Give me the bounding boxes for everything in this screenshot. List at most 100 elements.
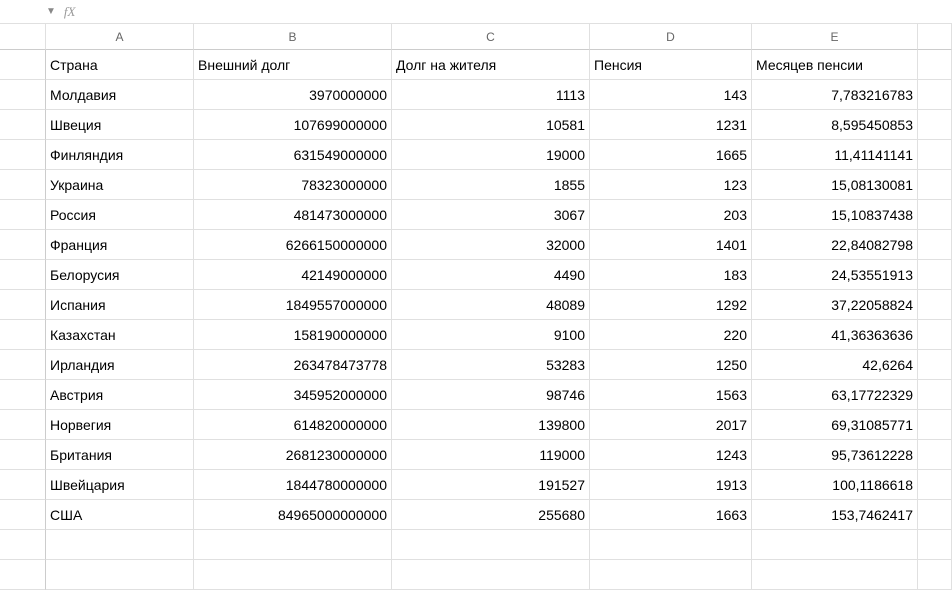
cell[interactable]: [918, 260, 952, 290]
cell[interactable]: 2017: [590, 410, 752, 440]
cell[interactable]: Молдавия: [46, 80, 194, 110]
cell[interactable]: 1250: [590, 350, 752, 380]
cell[interactable]: [918, 230, 952, 260]
cell[interactable]: 614820000000: [194, 410, 392, 440]
cell[interactable]: Испания: [46, 290, 194, 320]
cell[interactable]: [918, 500, 952, 530]
cell[interactable]: Месяцев пенсии: [752, 50, 918, 80]
cell[interactable]: Долг на жителя: [392, 50, 590, 80]
cell[interactable]: 345952000000: [194, 380, 392, 410]
cell[interactable]: [590, 560, 752, 590]
cell[interactable]: 1113: [392, 80, 590, 110]
cell[interactable]: [918, 80, 952, 110]
cell[interactable]: 9100: [392, 320, 590, 350]
cell[interactable]: 24,53551913: [752, 260, 918, 290]
cell[interactable]: [918, 380, 952, 410]
cell[interactable]: Украина: [46, 170, 194, 200]
cell[interactable]: 15,10837438: [752, 200, 918, 230]
cell[interactable]: 3067: [392, 200, 590, 230]
cell[interactable]: 1401: [590, 230, 752, 260]
cell[interactable]: 2681230000000: [194, 440, 392, 470]
cell[interactable]: 48089: [392, 290, 590, 320]
cell[interactable]: [194, 560, 392, 590]
cell[interactable]: 1849557000000: [194, 290, 392, 320]
row-header[interactable]: [0, 140, 46, 170]
cell[interactable]: [918, 140, 952, 170]
cell[interactable]: [918, 350, 952, 380]
col-header-B[interactable]: B: [194, 24, 392, 50]
cell[interactable]: Белорусия: [46, 260, 194, 290]
cell[interactable]: 203: [590, 200, 752, 230]
cell[interactable]: 15,08130081: [752, 170, 918, 200]
cell[interactable]: 4490: [392, 260, 590, 290]
cell[interactable]: 22,84082798: [752, 230, 918, 260]
cell[interactable]: 143: [590, 80, 752, 110]
cell[interactable]: [46, 560, 194, 590]
cell[interactable]: 32000: [392, 230, 590, 260]
cell[interactable]: [918, 560, 952, 590]
cell[interactable]: 255680: [392, 500, 590, 530]
cell[interactable]: 84965000000000: [194, 500, 392, 530]
cell[interactable]: [392, 530, 590, 560]
col-header-D[interactable]: D: [590, 24, 752, 50]
row-header[interactable]: [0, 260, 46, 290]
cell[interactable]: 42149000000: [194, 260, 392, 290]
cell[interactable]: 95,73612228: [752, 440, 918, 470]
row-header[interactable]: [0, 110, 46, 140]
col-header-C[interactable]: C: [392, 24, 590, 50]
cell[interactable]: 37,22058824: [752, 290, 918, 320]
row-header[interactable]: [0, 470, 46, 500]
cell[interactable]: 63,17722329: [752, 380, 918, 410]
cell[interactable]: Страна: [46, 50, 194, 80]
cell[interactable]: [752, 530, 918, 560]
cell[interactable]: 631549000000: [194, 140, 392, 170]
cell[interactable]: [46, 530, 194, 560]
cell[interactable]: 119000: [392, 440, 590, 470]
cell[interactable]: [918, 440, 952, 470]
cell[interactable]: Австрия: [46, 380, 194, 410]
cell[interactable]: 19000: [392, 140, 590, 170]
col-header-A[interactable]: A: [46, 24, 194, 50]
cell[interactable]: 263478473778: [194, 350, 392, 380]
cell[interactable]: 1665: [590, 140, 752, 170]
cell[interactable]: 153,7462417: [752, 500, 918, 530]
cell[interactable]: 10581: [392, 110, 590, 140]
row-header[interactable]: [0, 380, 46, 410]
cell[interactable]: 41,36363636: [752, 320, 918, 350]
cell[interactable]: [392, 560, 590, 590]
cell[interactable]: 107699000000: [194, 110, 392, 140]
cell[interactable]: [918, 170, 952, 200]
cell[interactable]: [918, 290, 952, 320]
cell[interactable]: США: [46, 500, 194, 530]
col-header-F[interactable]: [918, 24, 952, 50]
cell[interactable]: 158190000000: [194, 320, 392, 350]
chevron-down-icon[interactable]: ▼: [46, 6, 56, 17]
select-all-corner[interactable]: [0, 24, 46, 50]
row-header[interactable]: [0, 350, 46, 380]
fx-label[interactable]: fX: [64, 4, 76, 20]
row-header[interactable]: [0, 230, 46, 260]
row-header[interactable]: [0, 200, 46, 230]
cell[interactable]: 100,1186618: [752, 470, 918, 500]
cell[interactable]: [752, 560, 918, 590]
cell[interactable]: 1563: [590, 380, 752, 410]
cell[interactable]: [194, 530, 392, 560]
cell[interactable]: Казахстан: [46, 320, 194, 350]
row-header[interactable]: [0, 80, 46, 110]
row-header[interactable]: [0, 320, 46, 350]
cell[interactable]: 123: [590, 170, 752, 200]
cell[interactable]: 1243: [590, 440, 752, 470]
cell[interactable]: [918, 410, 952, 440]
cell[interactable]: Пенсия: [590, 50, 752, 80]
cell[interactable]: 139800: [392, 410, 590, 440]
row-header[interactable]: [0, 170, 46, 200]
cell[interactable]: Британия: [46, 440, 194, 470]
cell[interactable]: 1663: [590, 500, 752, 530]
col-header-E[interactable]: E: [752, 24, 918, 50]
cell[interactable]: [918, 50, 952, 80]
cell[interactable]: [918, 200, 952, 230]
cell[interactable]: 7,783216783: [752, 80, 918, 110]
row-header[interactable]: [0, 50, 46, 80]
cell[interactable]: Ирландия: [46, 350, 194, 380]
row-header[interactable]: [0, 410, 46, 440]
